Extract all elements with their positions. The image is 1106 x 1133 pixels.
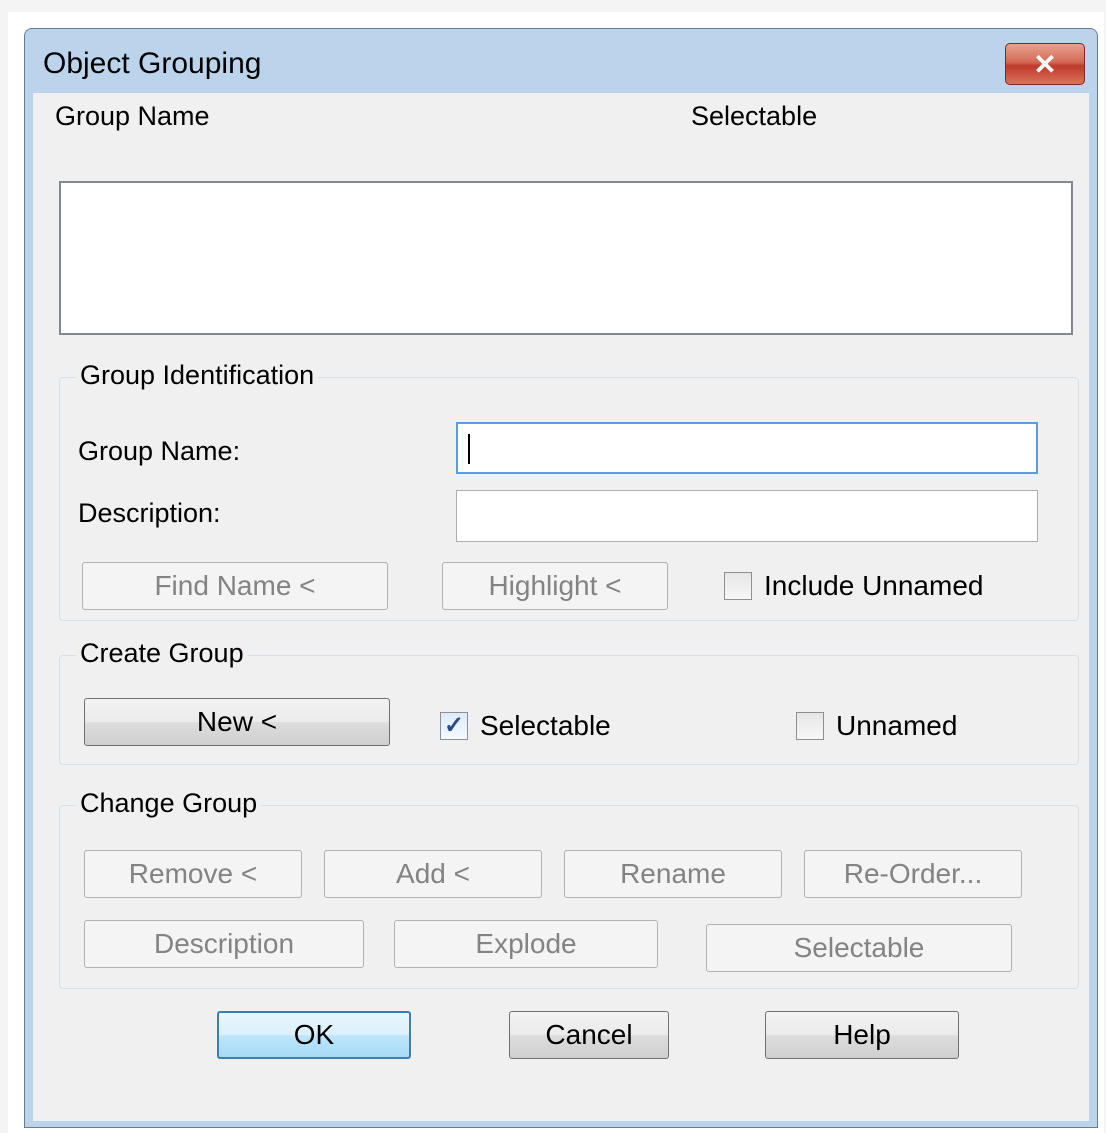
cancel-button[interactable]: Cancel	[509, 1011, 669, 1059]
create-group-box: Create Group New < ✓ Selectable Unnamed	[59, 638, 1079, 765]
group-name-label: Group Name:	[78, 436, 241, 466]
create-group-legend: Create Group	[76, 638, 248, 669]
new-group-button[interactable]: New <	[84, 698, 390, 746]
rename-button[interactable]: Rename	[564, 850, 782, 898]
description-input[interactable]	[456, 490, 1038, 542]
window-title: Object Grouping	[43, 47, 262, 80]
checkmark-icon: ✓	[443, 712, 465, 739]
close-icon: ✕	[1033, 48, 1057, 80]
title-bar: Object Grouping ✕	[25, 29, 1097, 93]
description-button[interactable]: Description	[84, 920, 364, 968]
object-grouping-dialog: Object Grouping ✕ Group Name Selectable …	[24, 28, 1098, 1128]
include-unnamed-label: Include Unnamed	[764, 570, 984, 601]
find-name-button[interactable]: Find Name <	[82, 562, 388, 610]
unnamed-label: Unnamed	[836, 710, 958, 741]
text-caret	[468, 434, 470, 464]
selectable-label: Selectable	[480, 710, 611, 741]
explode-button[interactable]: Explode	[394, 920, 658, 968]
group-name-column-header: Group Name	[55, 101, 210, 131]
change-group-legend: Change Group	[76, 788, 262, 819]
group-identification-box: Group Identification Group Name: Descrip…	[59, 360, 1079, 621]
close-button[interactable]: ✕	[1005, 43, 1085, 85]
group-name-input[interactable]	[456, 422, 1038, 474]
selectable-button[interactable]: Selectable	[706, 924, 1012, 972]
unnamed-checkbox[interactable]	[796, 712, 824, 740]
dialog-client-area: Group Name Selectable Group Identificati…	[33, 93, 1089, 1121]
selectable-checkbox[interactable]: ✓	[440, 712, 468, 740]
groups-list[interactable]	[59, 181, 1073, 335]
change-group-box: Change Group Remove < Add < Rename Re-Or…	[59, 788, 1079, 989]
highlight-button[interactable]: Highlight <	[442, 562, 668, 610]
selectable-column-header: Selectable	[691, 101, 818, 131]
group-identification-legend: Group Identification	[76, 360, 319, 391]
ok-button[interactable]: OK	[217, 1011, 411, 1059]
reorder-button[interactable]: Re-Order...	[804, 850, 1022, 898]
remove-button[interactable]: Remove <	[84, 850, 302, 898]
include-unnamed-checkbox[interactable]	[724, 572, 752, 600]
help-button[interactable]: Help	[765, 1011, 959, 1059]
add-button[interactable]: Add <	[324, 850, 542, 898]
description-label: Description:	[78, 498, 221, 528]
